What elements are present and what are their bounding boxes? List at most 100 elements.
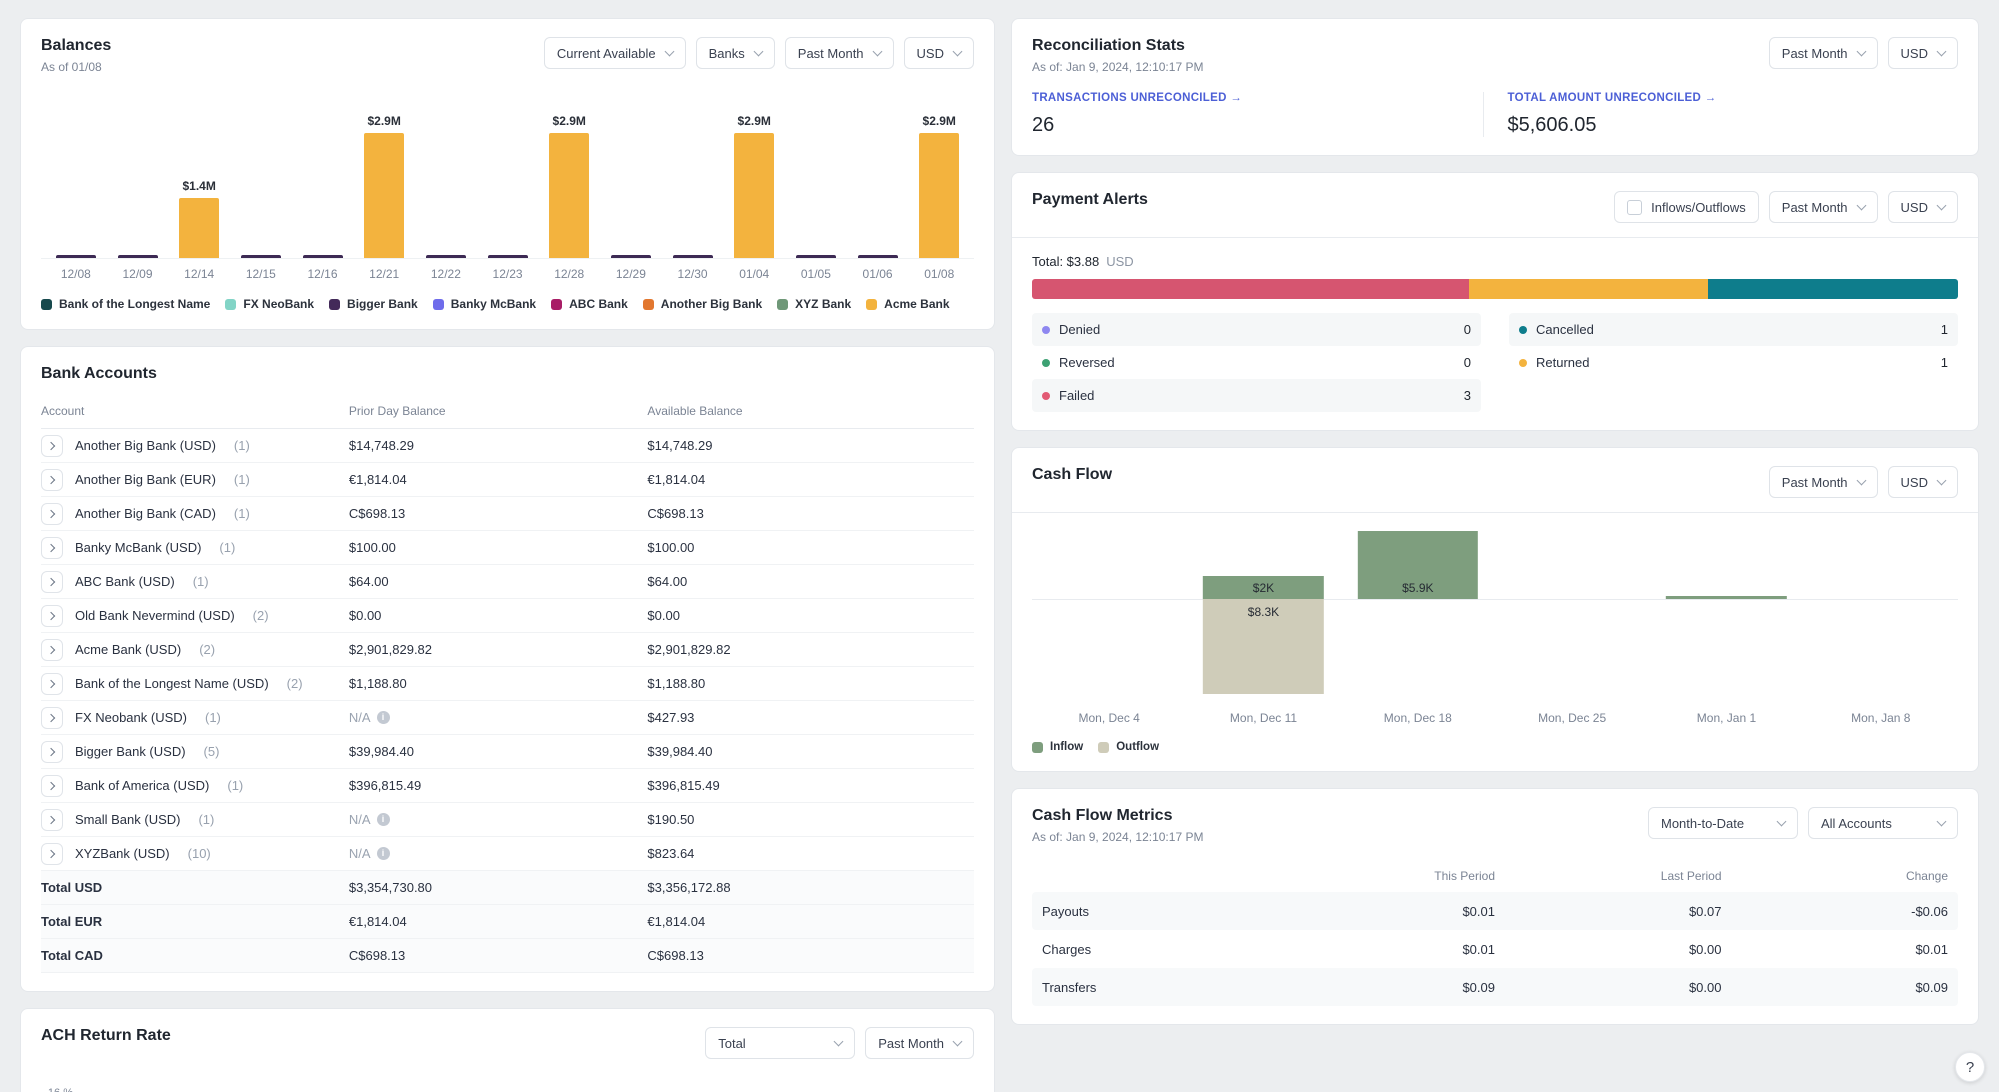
balances-panel: Balances As of 01/08 Current Available B… (20, 18, 995, 330)
expand-row-button[interactable] (41, 672, 63, 695)
expand-row-button[interactable] (41, 774, 63, 797)
legend-item: Another Big Bank (642, 297, 762, 311)
account-name: Another Big Bank (CAD) (75, 506, 216, 521)
expand-row-button[interactable] (41, 740, 63, 763)
help-button[interactable]: ? (1955, 1052, 1985, 1082)
bank-account-row[interactable]: Acme Bank (USD) (2) $2,901,829.82 $2,901,82… (41, 633, 974, 667)
expand-row-button[interactable] (41, 570, 63, 593)
balance-bar[interactable] (117, 255, 158, 258)
cash-flow-panel: Cash Flow Past Month USD $2K $8.3K $5.9K M… (1011, 447, 1979, 772)
balance-bar[interactable] (364, 133, 405, 258)
bank-account-row[interactable]: Banky McBank (USD) (1) $100.00 $100.00 (41, 531, 974, 565)
bank-account-row[interactable]: Old Bank Nevermind (USD) (2) $0.00 $0.00 (41, 599, 974, 633)
balance-bar[interactable] (857, 255, 898, 258)
reconciliation-period-dropdown[interactable]: Past Month (1768, 37, 1878, 69)
balance-bar[interactable] (179, 198, 220, 258)
legend-swatch (777, 298, 789, 310)
expand-row-button[interactable] (41, 502, 63, 525)
group-by-dropdown[interactable]: Banks (695, 37, 775, 69)
transactions-unreconciled-link[interactable]: TRANSACTIONS UNRECONCILED → (1032, 92, 1483, 104)
balance-bar[interactable] (919, 133, 960, 258)
chevron-down-icon (1776, 816, 1787, 827)
metric-this-period: $0.01 (1462, 941, 1495, 957)
alert-count: 0 (1463, 355, 1471, 370)
expand-row-button[interactable] (41, 468, 63, 491)
available-balance-cell: $427.93 (647, 710, 974, 725)
balance-chart-column: $2.9M 12/21 (353, 90, 415, 281)
reconciliation-stats: TRANSACTIONS UNRECONCILED → 26 TOTAL AMO… (1032, 92, 1958, 137)
info-icon[interactable]: i (376, 813, 390, 826)
balance-chart-column: $2.9M 01/04 (723, 90, 785, 281)
legend-label: Banky McBank (450, 297, 537, 311)
cash-flow-period-dropdown[interactable]: Past Month (1768, 466, 1878, 498)
account-name: Old Bank Nevermind (USD) (75, 608, 235, 623)
bank-account-row[interactable]: Bank of America (USD) (1) $396,815.49 $396,… (41, 769, 974, 803)
na-value: N/A (348, 812, 371, 827)
bank-account-row[interactable]: Bank of the Longest Name (USD) (2) $1,188.… (41, 667, 974, 701)
ach-period-dropdown[interactable]: Past Month (865, 1027, 974, 1059)
prior-balance-value: C$698.13 (348, 506, 406, 521)
alerts-period-dropdown[interactable]: Past Month (1768, 191, 1878, 223)
alerts-legend: Denied 0 Reversed 0 Failed 3 Cancelled 1 Return… (1032, 313, 1958, 412)
reconciliation-currency-dropdown-label: USD (1900, 45, 1928, 61)
balance-chart-column: 12/09 (107, 90, 169, 281)
expand-row-button[interactable] (41, 536, 63, 559)
expand-row-button[interactable] (41, 842, 63, 865)
balance-bar[interactable] (549, 133, 590, 258)
balance-bar[interactable] (610, 255, 651, 258)
bank-account-row[interactable]: FX Neobank (USD) (1) N/A i $427.93 (41, 701, 974, 735)
inflows-outflows-checkbox[interactable] (1627, 199, 1643, 215)
metrics-as-of: As of: Jan 9, 2024, 12:10:17 PM (1032, 830, 1204, 844)
available-balance-cell: $64.00 (647, 574, 974, 589)
reconciliation-currency-dropdown[interactable]: USD (1887, 37, 1958, 69)
expand-row-button[interactable] (41, 434, 63, 457)
balance-bar[interactable] (302, 255, 343, 258)
ach-period-dropdown-label: Past Month (878, 1035, 944, 1051)
balance-type-dropdown[interactable]: Current Available (543, 37, 686, 69)
chevron-down-icon (1856, 475, 1866, 486)
bank-account-row[interactable]: Small Bank (USD) (1) N/A i $190.50 (41, 803, 974, 837)
bank-account-row[interactable]: ABC Bank (USD) (1) $64.00 $64.00 (41, 565, 974, 599)
expand-row-button[interactable] (41, 808, 63, 831)
bank-account-row[interactable]: Another Big Bank (CAD) (1) C$698.13 C$698.1… (41, 497, 974, 531)
x-axis-label: Mon, Jan 8 (1851, 711, 1911, 725)
metrics-accounts-dropdown[interactable]: All Accounts (1808, 807, 1958, 839)
balance-bar[interactable] (795, 255, 836, 258)
bank-account-row[interactable]: Bigger Bank (USD) (5) $39,984.40 $39,984.40 (41, 735, 974, 769)
total-amount-unreconciled-link[interactable]: TOTAL AMOUNT UNRECONCILED → (1508, 92, 1959, 104)
balance-bar[interactable] (240, 255, 281, 258)
account-name: ABC Bank (USD) (75, 574, 175, 589)
cash-flow-currency-dropdown[interactable]: USD (1887, 466, 1958, 498)
legend-item: Inflow (1032, 741, 1083, 753)
account-cell: Another Big Bank (USD) (1) (41, 434, 349, 457)
balance-bar[interactable] (672, 255, 713, 258)
legend-label: ABC Bank (569, 297, 628, 311)
info-icon[interactable]: i (376, 711, 390, 724)
alert-legend-row: Failed 3 (1032, 379, 1481, 412)
expand-row-button[interactable] (41, 706, 63, 729)
ach-metric-dropdown[interactable]: Total (705, 1027, 856, 1059)
bank-account-row[interactable]: XYZBank (USD) (10) N/A i $823.64 (41, 837, 974, 871)
balance-bar[interactable] (55, 255, 96, 258)
alerts-currency-dropdown[interactable]: USD (1887, 191, 1958, 223)
bank-account-row[interactable]: Another Big Bank (USD) (1) $14,748.29 $14,7… (41, 429, 974, 463)
bank-account-row[interactable]: Another Big Bank (EUR) (1) €1,814.04 €1,814… (41, 463, 974, 497)
reconciliation-stats-panel: Reconciliation Stats As of: Jan 9, 2024,… (1011, 18, 1979, 156)
balances-period-dropdown[interactable]: Past Month (784, 37, 894, 69)
expand-row-button[interactable] (41, 638, 63, 661)
balance-bar[interactable] (425, 255, 466, 258)
metrics-period-dropdown[interactable]: Month-to-Date (1648, 807, 1798, 839)
available-balance-value: $396,815.49 (647, 778, 720, 793)
balance-bar[interactable] (487, 255, 528, 258)
expand-row-button[interactable] (41, 604, 63, 627)
inflows-outflows-toggle[interactable]: Inflows/Outflows (1614, 191, 1759, 223)
x-axis-label: Mon, Dec 4 (1078, 711, 1140, 725)
info-icon[interactable]: i (376, 847, 390, 860)
balances-currency-dropdown[interactable]: USD (903, 37, 974, 69)
balance-chart-column: 12/23 (477, 90, 539, 281)
balance-chart-column: 12/16 (292, 90, 354, 281)
account-count: (2) (252, 608, 269, 623)
chevron-down-icon (1936, 46, 1947, 57)
balance-bar[interactable] (734, 133, 775, 258)
ach-controls: Total Past Month (705, 1027, 974, 1059)
